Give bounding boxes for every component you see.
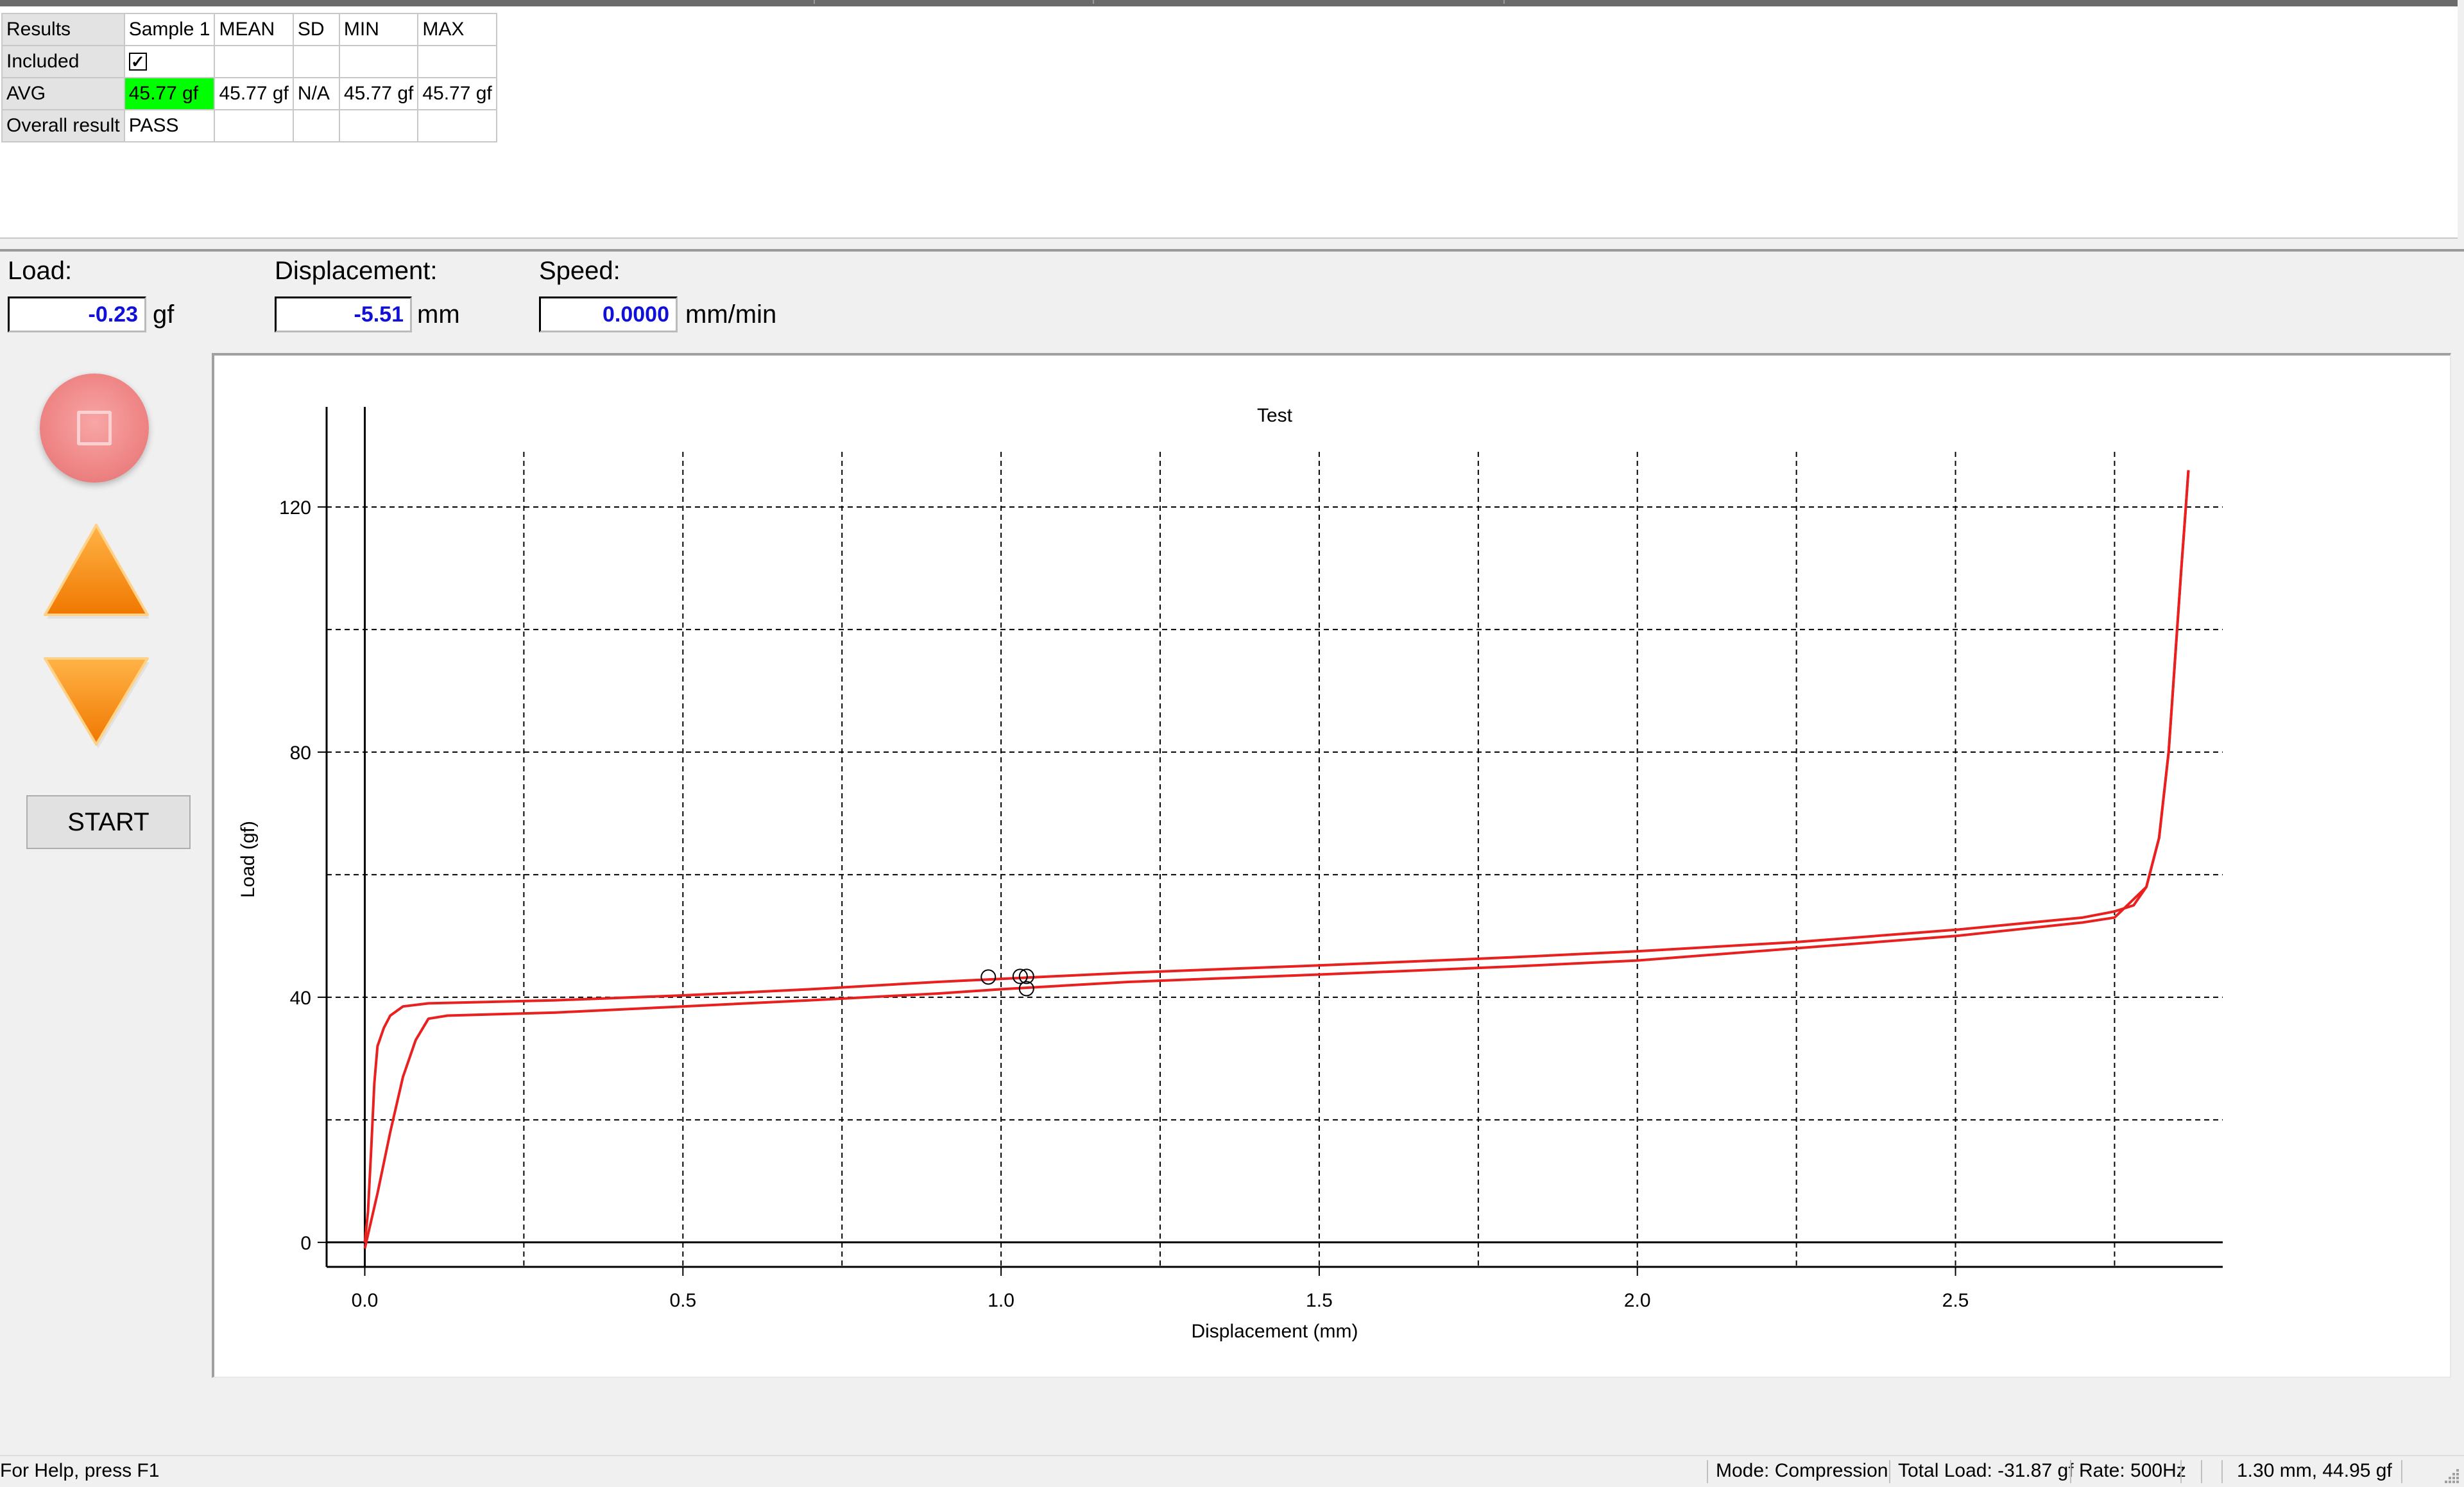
overall-result-cell: PASS [123,109,216,142]
results-table: Results Sample 1 MEAN SD MIN MAX Include… [1,13,497,142]
displacement-label: Displacement: [275,257,438,285]
results-row-label: AVG [1,77,125,110]
avg-min-cell: 45.77 gf [338,77,419,110]
status-mode: Mode: Compression [1716,1460,1888,1481]
x-tick-label: 0.0 [352,1290,379,1311]
x-tick-label: 2.0 [1624,1290,1651,1311]
results-header-label: Results [1,13,125,46]
avg-mean-cell: 45.77 gf [214,77,294,110]
results-cell [214,109,294,142]
results-row-label: Overall result [1,109,125,142]
results-row-included: Included ✓ [1,45,497,78]
status-divider [2401,1460,2402,1483]
x-tick-label: 2.5 [1942,1290,1969,1311]
resize-grip-icon[interactable] [2441,1465,2460,1484]
load-unit: gf [153,300,175,329]
status-cursor-position: 1.30 mm, 44.95 gf [2237,1460,2392,1481]
status-divider [2221,1460,2223,1483]
status-divider [2180,1460,2182,1483]
speed-value-field: 0.0000 [539,297,678,332]
x-tick-label: 0.5 [669,1290,696,1311]
load-label: Load: [8,257,73,285]
column-divider [1093,0,1094,4]
y-tick-label: 80 [290,743,311,764]
included-checkbox[interactable]: ✓ [128,53,147,71]
status-divider [1707,1460,1708,1483]
avg-sd-cell: N/A [292,77,340,110]
status-bar: For Help, press F1 Mode: Compression Tot… [0,1455,2464,1487]
results-header-sd: SD [292,13,340,46]
results-cell [417,45,497,78]
status-divider [2201,1460,2202,1483]
load-curve-series [363,470,2190,1243]
results-cell [292,109,340,142]
y-axis-label: Load (gf) [237,821,259,898]
avg-sample1-cell: 45.77 gf [123,77,216,110]
column-divider [1503,0,1505,4]
results-panel: Results Sample 1 MEAN SD MIN MAX Include… [0,0,2458,239]
results-header-mean: MEAN [214,13,294,46]
results-row-overall: Overall result PASS [1,109,497,142]
status-help-text: For Help, press F1 [0,1460,160,1481]
results-header-sample1: Sample 1 [123,13,216,46]
y-tick-label: 40 [290,988,311,1009]
panel-splitter[interactable] [0,249,2464,252]
start-button[interactable]: START [26,795,191,849]
results-cell [338,45,419,78]
speed-unit: mm/min [685,300,777,329]
results-cell [338,109,419,142]
data-marker [980,969,997,985]
speed-label: Speed: [539,257,620,285]
move-up-button[interactable] [40,520,153,623]
chart-svg: 0.0 0.5 1.0 1.5 2.0 2.5 0 40 80 120 Test Displaceme… [237,405,2223,1342]
results-header-max: MAX [417,13,497,46]
status-divider [1889,1460,1890,1483]
y-tick-label: 0 [300,1233,311,1254]
y-tick-label: 120 [279,497,311,519]
stop-button[interactable] [40,374,149,483]
x-tick-label: 1.5 [1306,1290,1333,1311]
avg-max-cell: 45.77 gf [417,77,497,110]
stop-square-icon [77,411,112,445]
results-cell [292,45,340,78]
column-divider [814,0,815,4]
arrow-up-icon [44,524,150,619]
results-cell [214,45,294,78]
results-header-min: MIN [338,13,419,46]
included-cell[interactable]: ✓ [123,45,216,78]
move-down-button[interactable] [40,655,153,751]
x-tick-label: 1.0 [988,1290,1014,1311]
arrow-down-icon [44,657,150,748]
load-value-field: -0.23 [8,297,146,332]
displacement-value-field: -5.51 [275,297,412,332]
results-row-avg: AVG 45.77 gf 45.77 gf N/A 45.77 gf 45.77… [1,77,497,110]
status-divider [2070,1460,2071,1483]
load-curve-series [363,470,2190,1249]
results-cell [417,109,497,142]
status-total-load: Total Load: -31.87 gf [1898,1460,2074,1481]
displacement-unit: mm [417,300,460,329]
chart-panel[interactable]: 0.0 0.5 1.0 1.5 2.0 2.5 0 40 80 120 Test Displaceme… [212,353,2451,1378]
results-row-label: Included [1,45,125,78]
status-rate: Rate: 500Hz [2079,1460,2186,1481]
results-header-row: Results Sample 1 MEAN SD MIN MAX [1,13,497,46]
x-axis-label: Displacement (mm) [1191,1321,1358,1342]
chart-title: Test [1257,405,1293,426]
